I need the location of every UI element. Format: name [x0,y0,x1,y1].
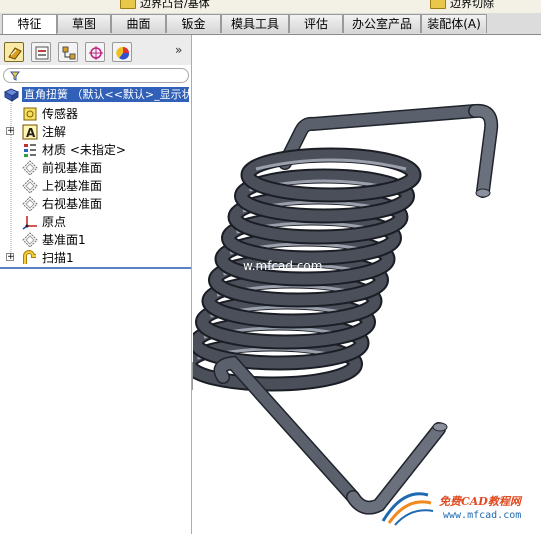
top-toolbar-strip: 边界凸台/基体 边界切除 [0,0,541,13]
annotation-icon: A [22,124,38,140]
tab-assembly[interactable]: 装配体(A) [421,14,487,33]
tree-item-sweep1[interactable]: + 扫描1 [0,249,191,267]
tree-item-label: 右视基准面 [42,197,103,211]
tree-item-label: 上视基准面 [42,179,103,193]
tab-mold-tools[interactable]: 模具工具 [221,14,289,33]
boundary-boss-label: 边界凸台/基体 [140,0,210,10]
boundary-boss-icon [120,0,136,9]
tab-surfaces[interactable]: 曲面 [111,14,166,33]
tab-sketch[interactable]: 草图 [57,14,111,33]
tree-item-label: 材质 <未指定> [42,143,126,157]
tree-item-front-plane[interactable]: 前视基准面 [0,159,191,177]
expand-toggle[interactable]: + [6,253,15,262]
tree-item-right-plane[interactable]: 右视基准面 [0,195,191,213]
tree-item-label: 原点 [42,215,67,229]
tree-item-origin[interactable]: 原点 [0,213,191,231]
tree-item-annotations[interactable]: + A 注解 [0,123,191,141]
boundary-boss-tool[interactable]: 边界凸台/基体 [120,0,210,12]
watermark-text: w.mfcad.com [243,259,323,273]
tab-features[interactable]: 特征 [2,14,57,34]
boundary-cut-icon [430,0,446,9]
tab-evaluate[interactable]: 评估 [289,14,343,33]
torsion-spring-model[interactable] [193,35,541,534]
tree-item-material[interactable]: 材质 <未指定> [0,141,191,159]
sensor-icon [23,107,37,121]
logo-mark-icon [381,492,434,526]
feature-manager-panel: » 直角扭簧 （默认<<默认>_显示状 传感器 + A 注解 材质 <未指定> … [0,35,192,534]
site-logo: 免费CAD教程网 www.mfcad.com [373,483,541,534]
tree-item-label: 注解 [42,125,67,139]
origin-icon [22,216,37,230]
material-icon [24,144,36,157]
rollback-bar[interactable] [0,267,191,269]
sweep-icon [23,250,36,264]
tree-item-plane1[interactable]: 基准面1 [0,231,191,249]
plane-icon [22,196,38,212]
plane-icon [22,160,38,176]
tree-item-sensors[interactable]: 传感器 [0,105,191,123]
boundary-cut-tool[interactable]: 边界切除 [430,0,494,12]
tree-item-label: 传感器 [42,107,79,121]
boundary-cut-label: 边界切除 [450,0,494,10]
command-manager-tabs: 特征 草图 曲面 钣金 模具工具 评估 办公室产品 装配体(A) [0,13,541,35]
tab-sheet-metal[interactable]: 钣金 [166,14,221,33]
graphics-viewport[interactable]: w.mfcad.com 免费CAD教程网 www.mfcad.com [193,35,541,534]
logo-url: www.mfcad.com [443,510,522,521]
tree-item-label: 基准面1 [42,233,86,247]
svg-text:A: A [26,126,36,140]
plane-icon [22,178,38,194]
tree-item-label: 前视基准面 [42,161,103,175]
logo-name: 免费CAD教程网 [439,495,521,508]
tree-item-top-plane[interactable]: 上视基准面 [0,177,191,195]
tab-office-products[interactable]: 办公室产品 [343,14,421,33]
plane-icon [22,232,38,248]
tree-item-label: 扫描1 [42,251,74,265]
expand-toggle[interactable]: + [6,127,15,136]
